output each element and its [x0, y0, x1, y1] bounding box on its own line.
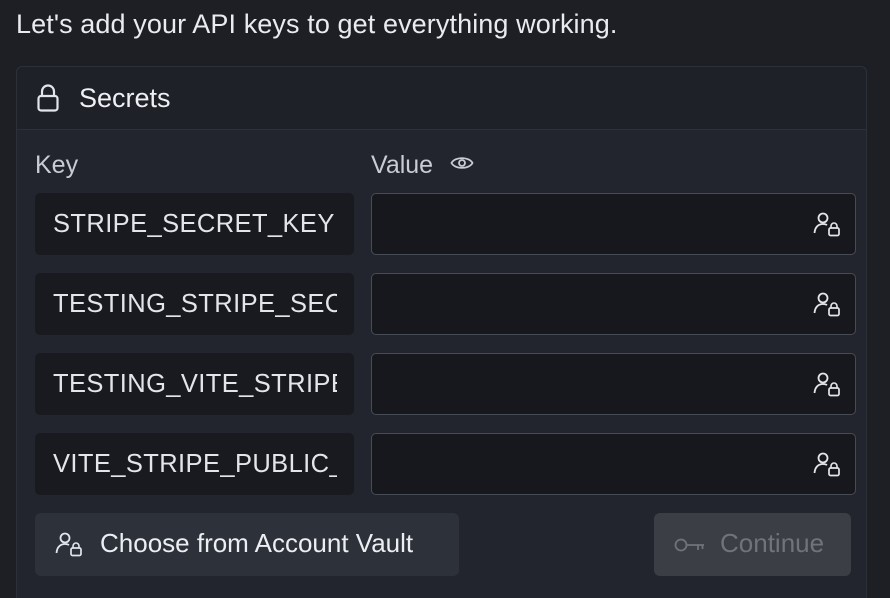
user-lock-icon[interactable]	[813, 451, 841, 477]
eye-icon[interactable]	[450, 153, 474, 173]
secret-key-field: TESTING_VITE_STRIPE_PUBLIC_KEY	[35, 353, 354, 415]
card-title: Secrets	[79, 83, 171, 113]
secret-key-text: STRIPE_SECRET_KEY	[53, 210, 335, 238]
user-lock-icon[interactable]	[813, 371, 841, 397]
key-icon	[674, 537, 706, 553]
user-lock-icon[interactable]	[813, 211, 841, 237]
secret-key-field: VITE_STRIPE_PUBLIC_KEY	[35, 433, 354, 495]
vault-button-label: Choose from Account Vault	[100, 528, 414, 558]
user-lock-icon[interactable]	[813, 291, 841, 317]
secret-value-input[interactable]	[372, 434, 808, 494]
secrets-card-header: Secrets	[17, 67, 866, 130]
secret-value-input[interactable]	[372, 194, 808, 254]
user-lock-icon	[55, 531, 83, 557]
choose-from-vault-button[interactable]: Choose from Account Vault	[35, 513, 459, 576]
secret-value-field[interactable]	[371, 353, 856, 415]
key-column-label: Key	[35, 151, 79, 179]
secret-value-input[interactable]	[372, 354, 808, 414]
intro-text: Let's add your API keys to get everythin…	[16, 9, 618, 39]
secret-value-field[interactable]	[371, 273, 856, 335]
lock-icon	[35, 83, 61, 113]
secret-key-field: TESTING_STRIPE_SECRET_KEY	[35, 273, 354, 335]
secret-key-text: TESTING_STRIPE_SECRET_KEY	[53, 290, 337, 318]
secret-value-input[interactable]	[372, 274, 808, 334]
secret-key-text: VITE_STRIPE_PUBLIC_KEY	[53, 450, 337, 478]
value-column-label: Value	[371, 151, 434, 179]
secret-key-text: TESTING_VITE_STRIPE_PUBLIC_KEY	[53, 370, 337, 398]
secret-value-field[interactable]	[371, 193, 856, 255]
continue-button-label: Continue	[720, 528, 825, 558]
secret-value-field[interactable]	[371, 433, 856, 495]
secret-key-field: STRIPE_SECRET_KEY	[35, 193, 354, 255]
continue-button[interactable]: Continue	[654, 513, 851, 576]
secrets-card: Secrets Key Value STRIPE_SECRET_KEY TEST…	[16, 66, 867, 598]
